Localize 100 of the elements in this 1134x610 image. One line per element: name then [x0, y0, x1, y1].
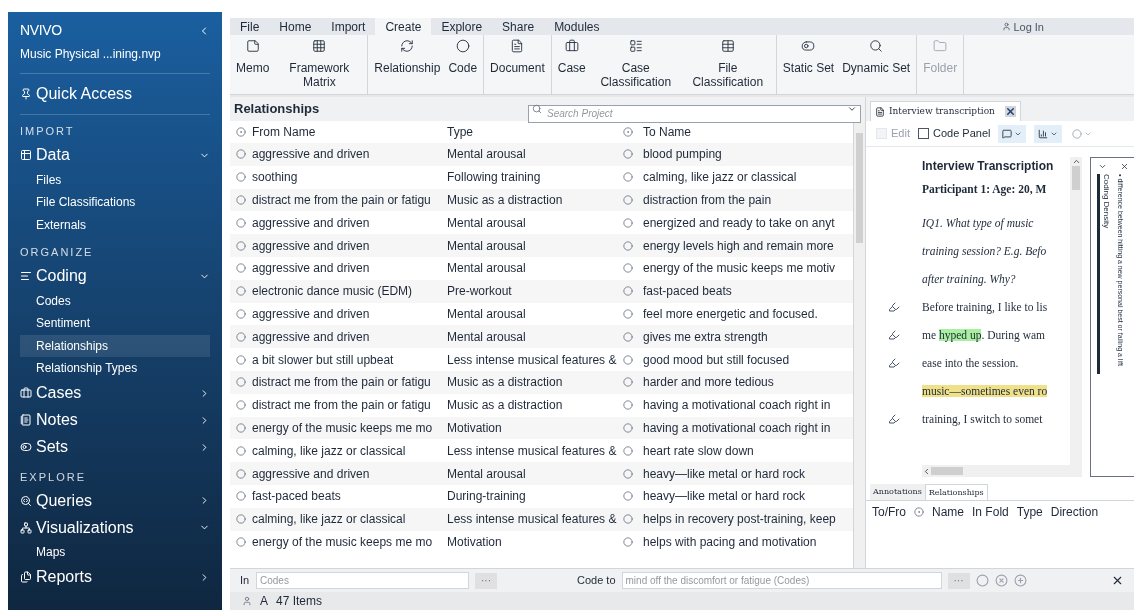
- radio-icon[interactable]: [236, 263, 246, 274]
- radio-icon[interactable]: [623, 308, 633, 319]
- panel-tab[interactable]: Annotations: [870, 484, 925, 500]
- radio-icon[interactable]: [236, 400, 246, 411]
- uncode-icon[interactable]: [994, 574, 1008, 587]
- radio-icon[interactable]: [623, 240, 633, 251]
- marker-icon[interactable]: [888, 357, 900, 369]
- radio-icon[interactable]: [236, 172, 246, 183]
- nav-item[interactable]: Externals: [20, 213, 210, 236]
- nav-group[interactable]: Data: [20, 141, 210, 169]
- ribbon-button[interactable]: Framework Matrix: [273, 35, 366, 94]
- radio-icon[interactable]: [236, 286, 246, 297]
- menu-tab[interactable]: Explore: [431, 18, 493, 35]
- radio-icon[interactable]: [236, 422, 246, 433]
- ribbon-button[interactable]: Case: [553, 35, 590, 94]
- radio-icon[interactable]: [236, 354, 246, 365]
- radio-icon[interactable]: [236, 445, 246, 456]
- radio-icon[interactable]: [623, 468, 633, 479]
- nav-group[interactable]: Queries: [20, 487, 210, 514]
- radio-icon[interactable]: [623, 422, 633, 433]
- panel-tab[interactable]: Relationships: [924, 484, 988, 500]
- nav-item[interactable]: Files: [20, 168, 210, 191]
- nav-group[interactable]: Visualizations: [20, 514, 210, 541]
- scroll-thumb[interactable]: [856, 133, 863, 243]
- radio-icon[interactable]: [236, 377, 246, 388]
- radio-icon[interactable]: [623, 149, 633, 160]
- radio-icon[interactable]: [623, 286, 633, 297]
- scroll-thumb[interactable]: [931, 467, 963, 475]
- radio-icon[interactable]: [236, 127, 246, 137]
- code-to-field[interactable]: mind off the discomfort or fatigue (Codes): [621, 572, 942, 589]
- nav-item[interactable]: Sentiment: [20, 312, 210, 335]
- browse-button[interactable]: ···: [475, 572, 497, 589]
- marker-icon[interactable]: [888, 413, 900, 425]
- scrollbar[interactable]: [853, 121, 865, 568]
- column-header[interactable]: In Fold: [972, 503, 1009, 521]
- close-icon[interactable]: [1111, 574, 1124, 587]
- menu-tab[interactable]: Modules: [544, 18, 610, 35]
- nav-group[interactable]: Sets: [20, 433, 210, 461]
- menu-tab[interactable]: Create: [375, 18, 432, 35]
- column-header[interactable]: Type: [1016, 503, 1043, 521]
- in-field[interactable]: Codes: [256, 572, 469, 589]
- radio-icon[interactable]: [623, 195, 633, 205]
- nav-group[interactable]: Coding: [20, 262, 210, 290]
- stripes-dropdown[interactable]: [1034, 124, 1063, 143]
- radio-icon[interactable]: [623, 491, 633, 502]
- nav-group[interactable]: Notes: [20, 406, 210, 434]
- radio-icon[interactable]: [236, 468, 246, 479]
- radio-icon[interactable]: [236, 308, 246, 319]
- radio-icon[interactable]: [623, 331, 633, 342]
- quick-access-link[interactable]: Quick Access: [20, 82, 133, 106]
- nav-item[interactable]: Maps: [20, 541, 210, 564]
- radio-icon[interactable]: [623, 536, 633, 547]
- ribbon-button[interactable]: Dynamic Set: [838, 35, 915, 94]
- ribbon-button[interactable]: Document: [486, 35, 549, 94]
- radio-icon[interactable]: [914, 507, 924, 517]
- search-field[interactable]: Search Project: [528, 104, 861, 123]
- radio-icon[interactable]: [623, 172, 633, 183]
- column-header[interactable]: Name: [932, 503, 965, 521]
- scrollbar[interactable]: [1070, 157, 1082, 465]
- scroll-left-icon[interactable]: [922, 466, 931, 476]
- login-button[interactable]: Log In: [1002, 18, 1044, 35]
- ribbon-button[interactable]: Case Classification: [589, 35, 682, 94]
- marker-icon[interactable]: [888, 301, 900, 313]
- radio-icon[interactable]: [236, 331, 246, 342]
- add-code-icon[interactable]: [1013, 574, 1027, 587]
- ribbon-button[interactable]: File Classification: [681, 35, 774, 94]
- scrollbar[interactable]: [922, 465, 1082, 477]
- nav-item[interactable]: Relationships: [20, 334, 210, 357]
- radio-icon[interactable]: [236, 240, 246, 251]
- ribbon-button[interactable]: Relationship: [370, 35, 445, 94]
- radio-icon[interactable]: [236, 149, 246, 160]
- menu-tab[interactable]: Home: [269, 18, 322, 35]
- column-header[interactable]: From Name: [252, 123, 447, 141]
- nav-group[interactable]: Reports: [20, 563, 210, 591]
- circle-icon[interactable]: [975, 574, 989, 587]
- marker-icon[interactable]: [888, 329, 900, 341]
- radio-icon[interactable]: [236, 195, 246, 205]
- checkbox[interactable]: [917, 128, 929, 139]
- scroll-thumb[interactable]: [1072, 166, 1080, 190]
- close-icon[interactable]: [1119, 161, 1129, 171]
- dropdown-icon[interactable]: [847, 104, 857, 114]
- radio-icon[interactable]: [236, 536, 246, 547]
- radio-icon[interactable]: [623, 127, 633, 137]
- annotation-dropdown[interactable]: [998, 124, 1027, 143]
- browse-button[interactable]: ···: [947, 572, 970, 589]
- nav-item[interactable]: Relationship Types: [20, 357, 210, 380]
- ribbon-button[interactable]: Static Set: [778, 35, 839, 94]
- radio-icon[interactable]: [236, 217, 246, 228]
- column-header[interactable]: Direction: [1050, 503, 1099, 521]
- nav-item[interactable]: Codes: [20, 289, 210, 312]
- column-header[interactable]: To Name: [643, 123, 853, 141]
- menu-tab[interactable]: Import: [321, 18, 376, 35]
- column-header[interactable]: Type: [447, 123, 623, 141]
- radio-icon[interactable]: [623, 354, 633, 365]
- radio-icon[interactable]: [623, 445, 633, 456]
- menu-tab[interactable]: File: [230, 18, 270, 35]
- column-header[interactable]: To/Fro: [872, 503, 906, 521]
- radio-icon[interactable]: [623, 377, 633, 388]
- radio-icon[interactable]: [623, 263, 633, 274]
- ribbon-button[interactable]: Code: [444, 35, 482, 94]
